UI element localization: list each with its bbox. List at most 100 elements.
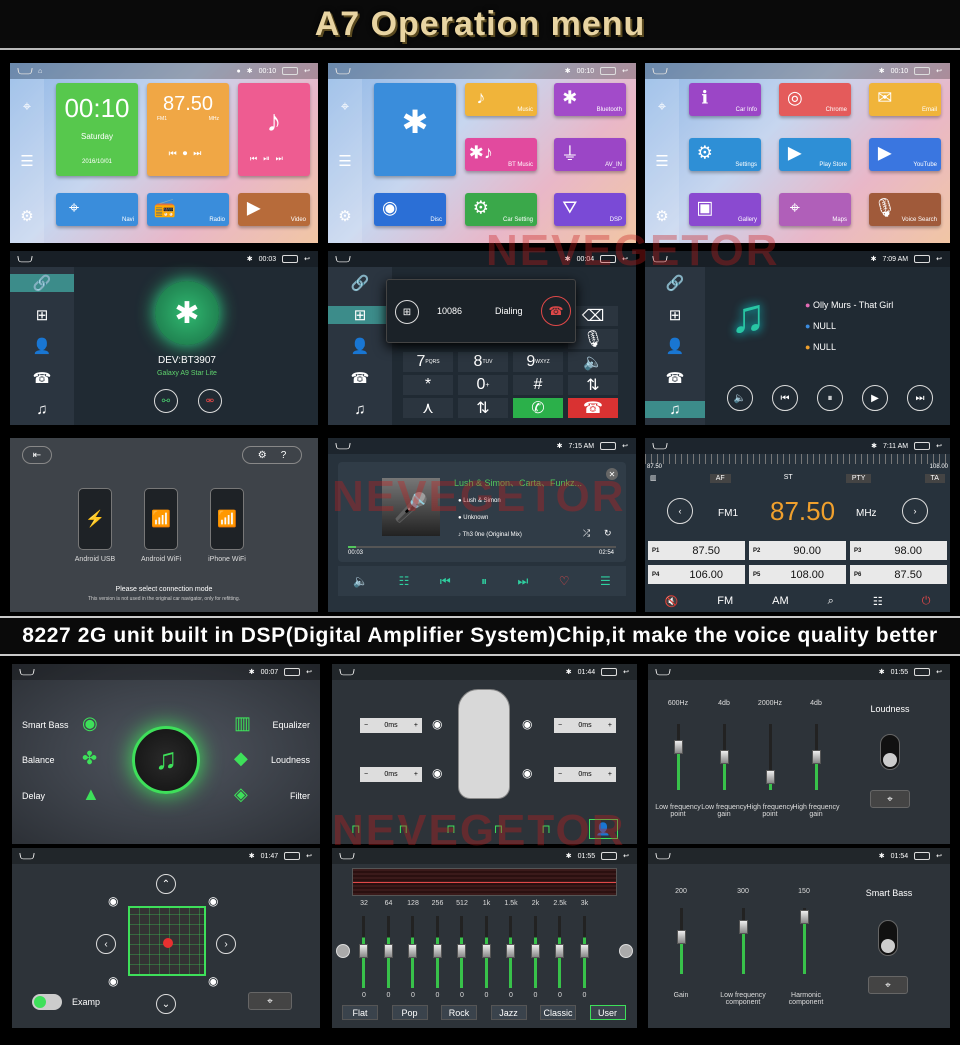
clock-widget[interactable]: 00:10 Saturday 2016/10/01	[56, 83, 138, 176]
seat-icon[interactable]: ⊓	[541, 822, 550, 836]
eq-preset-button[interactable]: Flat	[342, 1005, 378, 1020]
bt-music-icon[interactable]: ♫	[354, 401, 365, 418]
smart-bass-label[interactable]: Smart Bass	[22, 720, 69, 730]
call-log-icon[interactable]: ☎	[666, 369, 685, 387]
minus-icon[interactable]: −	[364, 722, 368, 729]
app-bluetooth[interactable]: ✱ Bluetooth	[554, 83, 626, 116]
slider-knob[interactable]	[555, 944, 564, 958]
smart-bass-toggle[interactable]	[878, 920, 898, 956]
equalizer-label[interactable]: Equalizer	[272, 720, 310, 730]
home-icon[interactable]	[652, 442, 668, 449]
home-icon[interactable]	[335, 255, 351, 262]
home-icon[interactable]	[17, 255, 33, 262]
bass-slider[interactable]	[677, 908, 686, 974]
minus-icon[interactable]: −	[558, 771, 562, 778]
back-icon[interactable]: ↩	[936, 442, 942, 450]
balance-icon[interactable]: ✤	[82, 748, 97, 769]
key-star[interactable]: *	[403, 375, 453, 395]
link-icon[interactable]: 🔗	[666, 274, 685, 292]
eq-band-slider[interactable]	[408, 916, 417, 988]
seat-icon[interactable]: ⊓	[351, 822, 360, 836]
delay-label[interactable]: Delay	[22, 791, 45, 801]
hangup-button[interactable]: ☎	[568, 398, 618, 418]
equalizer-icon[interactable]: ☰	[338, 152, 351, 170]
slider-knob[interactable]	[674, 740, 683, 754]
equalizer-icon[interactable]: ☷	[399, 574, 410, 588]
home-icon[interactable]	[655, 668, 671, 675]
delay-rear-right[interactable]: − 0ms +	[554, 767, 616, 782]
scroll-left-knob[interactable]	[336, 944, 350, 958]
android-wifi-icon[interactable]: 📶	[144, 488, 178, 550]
balance-grid[interactable]	[128, 906, 206, 976]
eq-band-slider[interactable]	[555, 916, 564, 988]
android-usb-icon[interactable]: ⚡	[78, 488, 112, 550]
tag-ta[interactable]: TA	[924, 474, 945, 483]
shuffle-icon[interactable]: ⤮	[583, 528, 590, 539]
bt-music-icon[interactable]: ♫	[645, 401, 705, 419]
up-arrow-icon[interactable]: ⌃	[156, 874, 176, 894]
delay-icon[interactable]: ▲	[82, 784, 100, 805]
swap-icon[interactable]: ⇅	[568, 375, 618, 395]
tuning-scale[interactable]	[645, 454, 950, 464]
back-icon[interactable]: ↩	[936, 852, 942, 860]
merge-icon[interactable]: ⋏	[403, 398, 453, 418]
home-icon[interactable]	[339, 668, 355, 675]
location-pin-icon[interactable]: ⌖	[23, 98, 31, 115]
filter-slider[interactable]	[674, 724, 683, 790]
slider-knob[interactable]	[457, 944, 466, 958]
key-hash[interactable]: #	[513, 375, 563, 395]
preset-p3[interactable]: P3 98.00	[850, 541, 947, 560]
right-arrow-icon[interactable]: ›	[216, 934, 236, 954]
back-icon[interactable]: ↩	[622, 67, 628, 75]
equalizer-icon[interactable]: ☷	[873, 595, 883, 608]
back-icon[interactable]: ↩	[622, 442, 628, 450]
filter-slider[interactable]	[766, 724, 775, 790]
back-icon[interactable]: ↩	[936, 668, 942, 676]
connect-icon[interactable]: ⚯	[154, 389, 178, 413]
bass-slider[interactable]	[739, 908, 748, 974]
app-maps[interactable]: ⌖ Maps	[779, 193, 851, 226]
pause-icon[interactable]: ⏸	[817, 385, 843, 411]
seat-icon[interactable]: ⊓	[494, 822, 503, 836]
back-icon[interactable]: ↩	[304, 67, 310, 75]
recents-icon[interactable]	[600, 442, 617, 450]
disconnect-icon[interactable]: ⚮	[198, 389, 222, 413]
dialpad-icon[interactable]: ⊞	[669, 306, 682, 324]
bt-music-icon[interactable]: ♫	[36, 401, 47, 418]
recents-icon[interactable]	[600, 67, 617, 75]
gear-icon[interactable]: ⚙	[338, 207, 351, 225]
slider-knob[interactable]	[481, 944, 491, 958]
examp-toggle[interactable]	[32, 994, 62, 1010]
slider-knob[interactable]	[579, 944, 589, 958]
link-icon[interactable]: 🔗	[10, 273, 74, 292]
location-pin-icon[interactable]: ⌖	[341, 98, 349, 115]
recents-icon[interactable]	[914, 442, 931, 450]
repeat-icon[interactable]: ↻	[604, 528, 612, 539]
filter-icon[interactable]: ◈	[234, 784, 248, 805]
volume-icon[interactable]: 🔈	[353, 574, 368, 588]
home-icon[interactable]	[652, 255, 668, 262]
power-icon[interactable]: ⏻	[922, 595, 931, 608]
pause-icon[interactable]: ⏸	[481, 574, 487, 589]
eq-band-slider[interactable]	[530, 916, 540, 988]
home-icon[interactable]	[19, 668, 35, 675]
slider-knob[interactable]	[677, 930, 686, 944]
seat-icon[interactable]: ⊓	[446, 822, 455, 836]
call-log-icon[interactable]: ☎	[351, 369, 370, 387]
slider-knob[interactable]	[432, 944, 442, 958]
app-video[interactable]: ▶ Video	[238, 193, 310, 226]
play-icon[interactable]: ▶	[862, 385, 888, 411]
seek-forward-button[interactable]: ›	[902, 498, 928, 524]
back-icon[interactable]: ↩	[306, 668, 312, 676]
slider-knob[interactable]	[812, 750, 821, 764]
recents-icon[interactable]	[914, 67, 931, 75]
slider-knob[interactable]	[359, 944, 368, 958]
delay-front-right[interactable]: − 0ms +	[554, 718, 616, 733]
seek-back-button[interactable]: ‹	[667, 498, 693, 524]
back-icon[interactable]: ↩	[936, 67, 942, 75]
left-arrow-icon[interactable]: ‹	[96, 934, 116, 954]
preset-p1[interactable]: P1 87.50	[648, 541, 745, 560]
equalizer-icon[interactable]: ☰	[20, 152, 33, 170]
eq-band-slider[interactable]	[383, 916, 393, 988]
recents-icon[interactable]	[601, 852, 618, 860]
